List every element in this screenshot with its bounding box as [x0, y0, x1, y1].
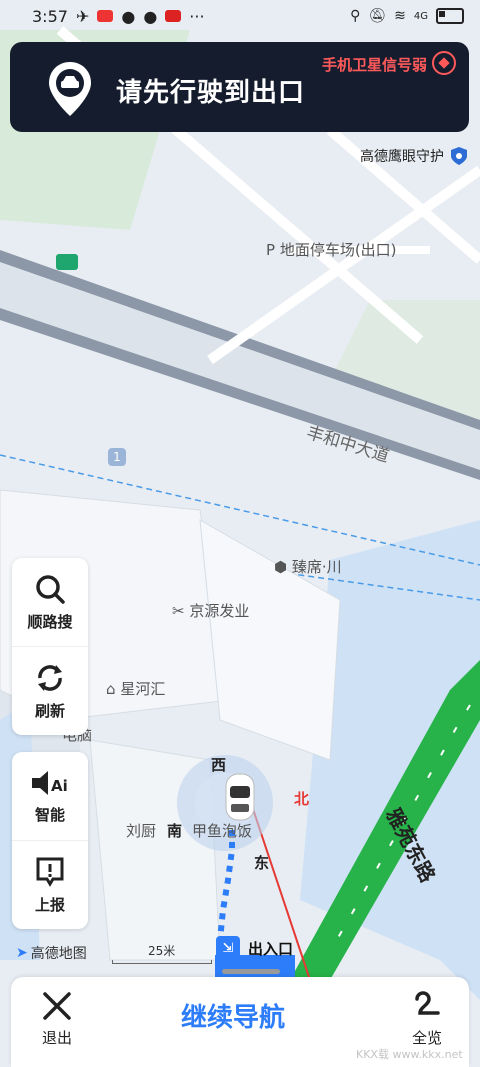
guard-label: 高德鹰眼守护: [360, 149, 444, 165]
car-position-icon: [225, 773, 255, 821]
search-icon: [36, 574, 65, 604]
telegram-icon: ✈: [75, 6, 90, 26]
eagle-eye-guard[interactable]: 高德鹰眼守护: [360, 146, 468, 166]
compass-east: 东: [254, 854, 270, 872]
exit-marker[interactable]: ⇲ 出入口: [216, 936, 293, 960]
amap-logo: ➤ 高德地图: [16, 945, 87, 962]
compass-south: 南: [167, 822, 183, 840]
guidance-banner: 请先行驶到出口 手机卫星信号弱: [10, 42, 469, 132]
guidance-title: 请先行驶到出口: [116, 78, 306, 108]
refresh-icon: [38, 664, 62, 691]
drag-handle[interactable]: [222, 969, 280, 974]
search-along-route-button[interactable]: 顺路搜: [12, 558, 88, 646]
gps-weak-warning[interactable]: 手机卫星信号弱: [322, 54, 427, 75]
compass-north: 北: [294, 790, 310, 808]
left-tools-panel-2: Ai 智能 上报: [12, 752, 88, 929]
wifi-icon: ≋: [394, 8, 406, 24]
route-overview-icon: [415, 991, 440, 1015]
search-label: 顺路搜: [27, 612, 73, 631]
watermark: KKX载 www.kkx.net: [356, 1048, 463, 1061]
app-notification-icon: [97, 10, 114, 22]
refresh-button[interactable]: 刷新: [12, 646, 88, 735]
parking-icon: P: [266, 241, 276, 259]
ai-voice-icon: Ai: [32, 770, 68, 795]
scale-text: 25米: [148, 944, 176, 958]
overview-label: 全览: [411, 1029, 442, 1047]
report-label: 上报: [34, 895, 65, 914]
bus-stop-icon[interactable]: [56, 254, 78, 270]
network-type: 4G: [413, 10, 428, 22]
amap-logo-icon: ➤: [16, 945, 28, 961]
smart-voice-button[interactable]: Ai 智能: [12, 752, 88, 840]
svg-text:Ai: Ai: [51, 777, 68, 795]
shield-icon: [451, 147, 467, 165]
more-notifications-icon: ···: [189, 6, 205, 26]
status-bar: 3:57 ✈ ● ● ··· ⚲ 🔕︎ ≋ 4G: [0, 0, 480, 32]
continue-navigation-button[interactable]: 继续导航: [181, 997, 285, 1034]
left-tools-panel: 顺路搜 刷新: [12, 558, 88, 735]
overview-button[interactable]: 全览: [399, 991, 455, 1048]
poi-label-1[interactable]: ⬢ 臻席·川: [274, 556, 342, 577]
poi-label-3[interactable]: ⌂ 星河汇: [106, 678, 165, 699]
wechat-icon: ●: [121, 6, 136, 26]
app-notification-icon-2: [165, 10, 182, 22]
road-marker-badge: 1: [108, 448, 126, 466]
report-icon: [36, 857, 64, 887]
clock: 3:57: [32, 6, 68, 26]
scale-bar: [112, 960, 212, 964]
poi-icon: ⌂: [106, 680, 116, 698]
location-icon: ⚲: [350, 8, 361, 24]
satellite-icon: [432, 51, 456, 75]
battery-icon: [436, 8, 464, 24]
poi-label-2[interactable]: ✂ 京源发业: [172, 600, 249, 621]
poi-icon: ⬢: [274, 558, 288, 576]
poi-label-4[interactable]: 刘厨: [126, 820, 156, 841]
report-button[interactable]: 上报: [12, 840, 88, 929]
exit-badge-icon: ⇲: [216, 936, 240, 960]
parking-label[interactable]: P 地面停车场(出口): [266, 239, 397, 260]
exit-button[interactable]: 退出: [29, 991, 85, 1048]
poi-label-5[interactable]: 甲鱼泡饭: [192, 820, 252, 841]
mute-icon: 🔕︎: [368, 8, 387, 24]
exit-label: 退出: [41, 1029, 72, 1047]
message-icon: ●: [143, 6, 158, 26]
refresh-label: 刷新: [34, 701, 65, 720]
close-icon: [43, 992, 71, 1020]
car-location-pin-icon: [49, 62, 91, 116]
poi-icon: ✂: [172, 602, 185, 620]
smart-label: 智能: [34, 805, 65, 824]
